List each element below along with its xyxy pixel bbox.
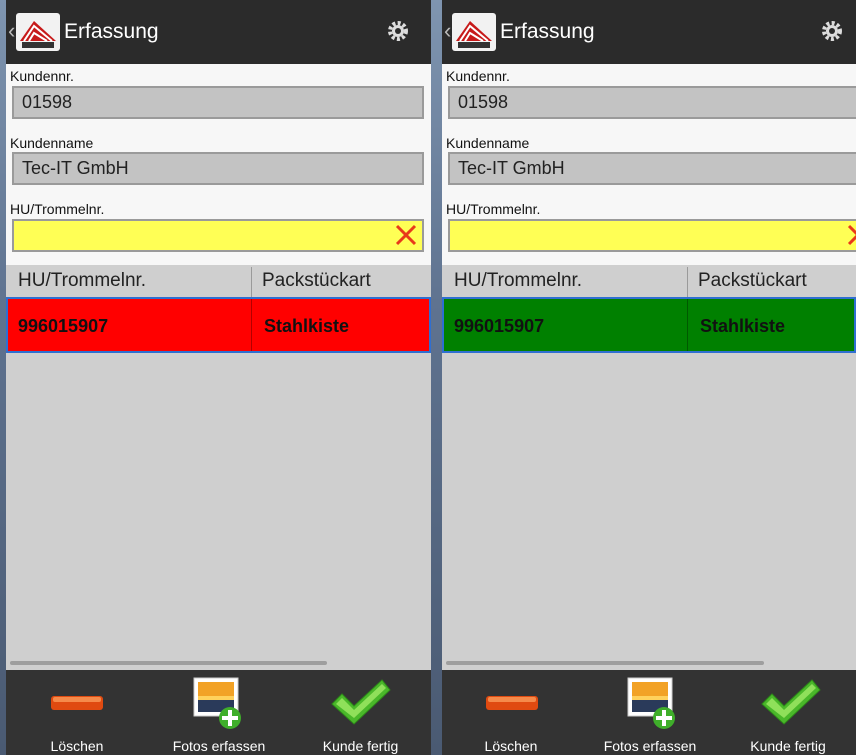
column-header-type[interactable]: Packstückart — [698, 270, 807, 292]
hu-label: HU/Trommelnr. — [446, 201, 541, 217]
customer-done-button[interactable]: Kunde fertig — [290, 670, 431, 755]
settings-gear-icon[interactable] — [820, 19, 844, 43]
hu-input[interactable] — [12, 219, 424, 252]
done-label: Kunde fertig — [750, 738, 826, 754]
add-photos-button[interactable]: Fotos erfassen — [580, 670, 720, 755]
screen-title: Erfassung — [500, 20, 595, 43]
customer-no-field[interactable]: 01598 — [448, 86, 856, 119]
clear-x-icon[interactable] — [394, 223, 418, 247]
table-header: HU/Trommelnr. Packstückart — [442, 265, 856, 298]
delete-button[interactable]: Löschen — [6, 670, 148, 755]
table-row[interactable]: 996015907 Stahlkiste — [442, 297, 856, 353]
horizontal-scrollbar[interactable] — [10, 661, 327, 665]
top-bar: ‹ Erfassung — [6, 0, 431, 64]
settings-gear-icon[interactable] — [386, 19, 410, 43]
cell-hu: 996015907 — [454, 316, 545, 336]
customer-name-field[interactable]: Tec-IT GmbH — [12, 152, 424, 185]
delete-button[interactable]: Löschen — [442, 670, 580, 755]
screen-left: ‹ Erfassung Kundennr. 01598 Kundenname T… — [6, 0, 431, 755]
column-header-hu[interactable]: HU/Trommelnr. — [18, 270, 146, 292]
top-bar: ‹ Erfassung — [442, 0, 856, 64]
back-chevron-icon[interactable]: ‹ — [444, 18, 451, 44]
bottom-action-bar: Löschen Fotos erfassen Kunde fertig — [442, 670, 856, 755]
app-logo-icon[interactable] — [16, 13, 60, 51]
column-divider — [687, 267, 688, 297]
table-row[interactable]: 996015907 Stahlkiste — [6, 297, 431, 353]
hu-input[interactable] — [448, 219, 856, 252]
table-header: HU/Trommelnr. Packstückart — [6, 265, 431, 298]
cell-type: Stahlkiste — [264, 316, 350, 336]
checkmark-icon — [331, 679, 391, 725]
form-section: Kundennr. 01598 Kundenname Tec-IT GmbH H… — [442, 64, 856, 265]
minus-icon — [486, 696, 538, 710]
cell-hu: 996015907 — [18, 316, 109, 336]
bottom-action-bar: Löschen Fotos erfassen Kunde fertig — [6, 670, 431, 755]
column-divider — [251, 267, 252, 297]
add-photo-icon — [193, 677, 241, 729]
checkmark-icon — [761, 679, 821, 725]
cell-divider — [687, 299, 688, 351]
delete-label: Löschen — [484, 738, 538, 754]
add-photo-icon — [627, 677, 675, 729]
horizontal-scrollbar[interactable] — [446, 661, 764, 665]
cell-type: Stahlkiste — [700, 316, 786, 336]
clear-x-icon[interactable] — [846, 223, 856, 247]
customer-no-field[interactable]: 01598 — [12, 86, 424, 119]
delete-label: Löschen — [50, 738, 104, 754]
back-chevron-icon[interactable]: ‹ — [8, 18, 15, 44]
customer-done-button[interactable]: Kunde fertig — [720, 670, 856, 755]
done-label: Kunde fertig — [322, 738, 399, 754]
app-logo-icon[interactable] — [452, 13, 496, 51]
photos-label: Fotos erfassen — [603, 738, 697, 754]
column-header-hu[interactable]: HU/Trommelnr. — [454, 270, 582, 292]
customer-no-label: Kundennr. — [10, 68, 74, 84]
customer-name-field[interactable]: Tec-IT GmbH — [448, 152, 856, 185]
customer-name-label: Kundenname — [446, 135, 530, 151]
hu-label: HU/Trommelnr. — [10, 201, 105, 217]
add-photos-button[interactable]: Fotos erfassen — [148, 670, 290, 755]
photos-label: Fotos erfassen — [172, 738, 266, 754]
form-section: Kundennr. 01598 Kundenname Tec-IT GmbH H… — [6, 64, 431, 265]
screen-title: Erfassung — [64, 20, 159, 43]
minus-icon — [51, 696, 103, 710]
cell-divider — [251, 299, 252, 351]
column-header-type[interactable]: Packstückart — [262, 270, 371, 292]
screen-right: ‹ Erfassung Kundennr. 01598 Kundenname T… — [442, 0, 856, 755]
customer-no-label: Kundennr. — [446, 68, 510, 84]
customer-name-label: Kundenname — [10, 135, 94, 151]
